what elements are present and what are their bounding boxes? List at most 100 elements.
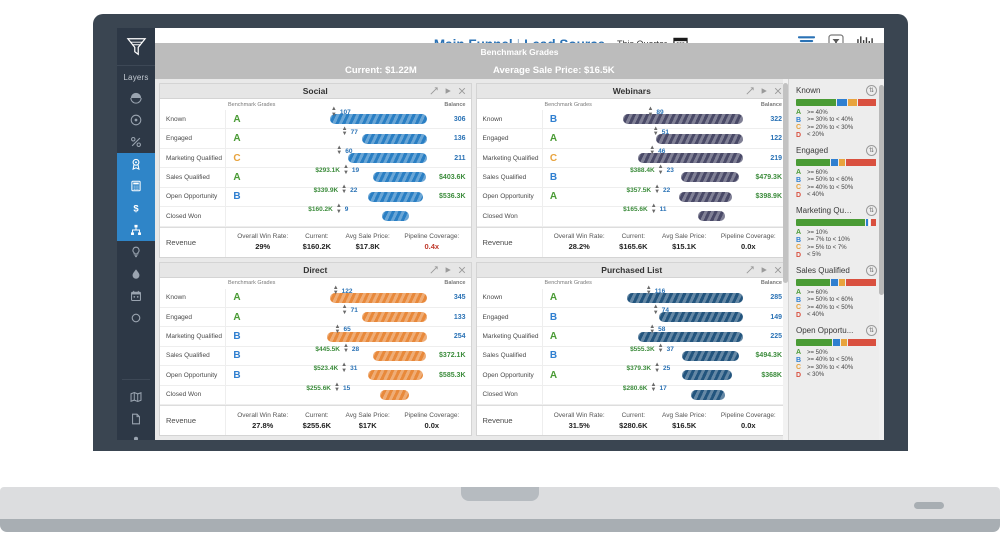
- funnel-stage-row[interactable]: Engaged A ▲ ▼ 51 122: [476, 126, 787, 149]
- panel-header: Social: [160, 84, 471, 99]
- expand-icon[interactable]: [746, 262, 754, 278]
- funnel-stage-row[interactable]: Closed Won $165.6K ▲ ▼ 11: [476, 204, 787, 227]
- funnel-stage-row[interactable]: Engaged A ▲ ▼ 77 136: [160, 126, 471, 149]
- benchmark-legend-row: A >= 60%: [796, 169, 877, 176]
- bar-wrapper: $165.6K ▲ ▼ 11: [565, 204, 744, 222]
- stage-label: Closed Won: [160, 207, 226, 226]
- funnel-bar[interactable]: [367, 370, 423, 381]
- benchmark-meter: [796, 99, 877, 106]
- funnel-stage-row[interactable]: Known A ▲ ▼ 122 345: [160, 285, 471, 308]
- funnel-bar[interactable]: [659, 312, 743, 323]
- stage-label: Sales Qualified: [160, 168, 226, 187]
- benchmark-group-header: Known ⇅: [796, 85, 877, 96]
- benchmark-legend-grade: A: [796, 229, 802, 236]
- funnel-panel: Direct Benchmark Grades Balance Known A ▲ ▼ 122…: [159, 261, 472, 436]
- funnel-stage-row[interactable]: Known A ▲ ▼ 116 285: [476, 285, 787, 308]
- bar-count-value: 46: [658, 148, 666, 156]
- sort-icon[interactable]: ⇅: [866, 265, 877, 276]
- sidebar-item-document[interactable]: [117, 408, 155, 430]
- play-icon[interactable]: [760, 262, 768, 278]
- funnel-stage-row[interactable]: Engaged B ▲ ▼ 74 149: [476, 304, 787, 328]
- benchmark-meter-segment: [833, 339, 841, 346]
- funnel-stage-row[interactable]: Known A ▲ ▼ 107 306: [160, 106, 471, 130]
- expand-icon[interactable]: [429, 262, 438, 278]
- funnel-bar[interactable]: [682, 370, 733, 381]
- sidebar-item-dollar[interactable]: $: [117, 197, 155, 219]
- revenue-win-rate: Overall Win Rate: 31.5%: [554, 412, 605, 430]
- benchmark-legend-row: C >= 40% to < 50%: [796, 184, 877, 191]
- funnel-bar[interactable]: [623, 114, 743, 125]
- funnel-bar[interactable]: [347, 153, 427, 164]
- sidebar-item-bulb[interactable]: [117, 241, 155, 263]
- play-icon[interactable]: [444, 84, 452, 100]
- benchmark-grade: C: [549, 152, 558, 164]
- bar-wrapper: $555.3K ▲ ▼ 37: [565, 343, 744, 361]
- close-icon[interactable]: [458, 84, 466, 100]
- benchmark-legend-row: B >= 30% to < 40%: [796, 117, 877, 124]
- sidebar-item-user[interactable]: [117, 430, 155, 440]
- play-icon[interactable]: [444, 262, 452, 278]
- sidebar-item-drop[interactable]: [117, 263, 155, 285]
- bar-wrapper: ▲ ▼ 74: [565, 304, 743, 323]
- bar-wrapper: $445.5K ▲ ▼ 28: [248, 343, 427, 361]
- close-icon[interactable]: [774, 84, 782, 100]
- funnel-stage-row[interactable]: Closed Won $160.2K ▲ ▼ 9: [160, 204, 471, 227]
- funnel-bar[interactable]: [372, 350, 427, 361]
- benchmark-legend-range: >= 10%: [807, 229, 828, 236]
- benchmark-legend-grade: B: [796, 176, 802, 184]
- bar-wrapper: ▲ ▼ 60: [248, 145, 427, 164]
- sidebar-item-percent[interactable]: [117, 131, 155, 153]
- close-icon[interactable]: [774, 262, 782, 278]
- sort-icon[interactable]: ⇅: [866, 85, 877, 96]
- bar-count-value: 65: [343, 326, 351, 334]
- sidebar-item-circle[interactable]: [117, 307, 155, 329]
- play-icon[interactable]: [760, 84, 768, 100]
- sort-icon[interactable]: ⇅: [866, 325, 877, 336]
- panel-header: Webinars: [476, 84, 787, 100]
- stage-label: Known: [477, 288, 543, 307]
- funnel-bar[interactable]: [626, 292, 743, 303]
- updown-icon: ▲ ▼: [330, 106, 337, 118]
- sidebar-item-org-chart[interactable]: [117, 219, 155, 241]
- benchmark-legend-grade: D: [796, 191, 802, 199]
- benchmark-legend-grade: C: [796, 124, 802, 131]
- balance-value: 149: [770, 313, 782, 321]
- funnel-logo-icon[interactable]: [117, 28, 155, 66]
- close-icon[interactable]: [458, 262, 466, 278]
- sort-icon[interactable]: ⇅: [866, 145, 877, 156]
- expand-icon[interactable]: [429, 84, 438, 100]
- funnel-bar[interactable]: [680, 172, 740, 183]
- half-circle-icon: [130, 92, 142, 104]
- funnel-rows: Benchmark Grades Balance Known A ▲ ▼ 122 345 Eng…: [160, 278, 471, 436]
- bar-money-value: $339.9K: [313, 187, 339, 194]
- benchmark-scrollbar-thumb[interactable]: [879, 85, 884, 295]
- sidebar-item-calculator[interactable]: [117, 175, 155, 197]
- funnel-bar[interactable]: [362, 133, 427, 144]
- funnel-bar[interactable]: [367, 191, 423, 202]
- funnel-bar[interactable]: [691, 389, 726, 400]
- funnel-bar[interactable]: [682, 350, 740, 361]
- funnel-bar[interactable]: [372, 172, 427, 183]
- benchmark-legend-range: >= 40%: [807, 109, 828, 116]
- benchmark-meter-segment: [838, 159, 845, 166]
- funnel-bar[interactable]: [380, 389, 409, 400]
- sidebar-item-calendar[interactable]: [117, 285, 155, 307]
- benchmark-scrollbar[interactable]: [879, 79, 884, 440]
- funnel-stage-row[interactable]: Closed Won $280.6K ▲ ▼ 17: [476, 382, 787, 406]
- expand-icon[interactable]: [746, 84, 754, 100]
- benchmark-meter-segment: [796, 339, 833, 346]
- funnel-bar[interactable]: [381, 211, 409, 222]
- benchmark-column-header: Benchmark Grades: [228, 280, 276, 286]
- sidebar-item-target[interactable]: [117, 109, 155, 131]
- funnel-stage-row[interactable]: Known B ▲ ▼ 89 322: [476, 106, 787, 130]
- funnel-bar[interactable]: [678, 191, 733, 202]
- funnel-bar[interactable]: [362, 312, 427, 323]
- benchmark-legend-row: C >= 20% to < 30%: [796, 124, 877, 131]
- sidebar-item-half-circle[interactable]: [117, 87, 155, 109]
- sidebar-item-map[interactable]: [117, 386, 155, 408]
- funnel-bar[interactable]: [698, 211, 726, 222]
- sidebar-item-award[interactable]: [117, 153, 155, 175]
- funnel-stage-row[interactable]: Engaged A ▲ ▼ 71 133: [160, 304, 471, 328]
- funnel-stage-row[interactable]: Closed Won $255.6K ▲ ▼ 15: [160, 382, 471, 406]
- sort-icon[interactable]: ⇅: [866, 205, 877, 216]
